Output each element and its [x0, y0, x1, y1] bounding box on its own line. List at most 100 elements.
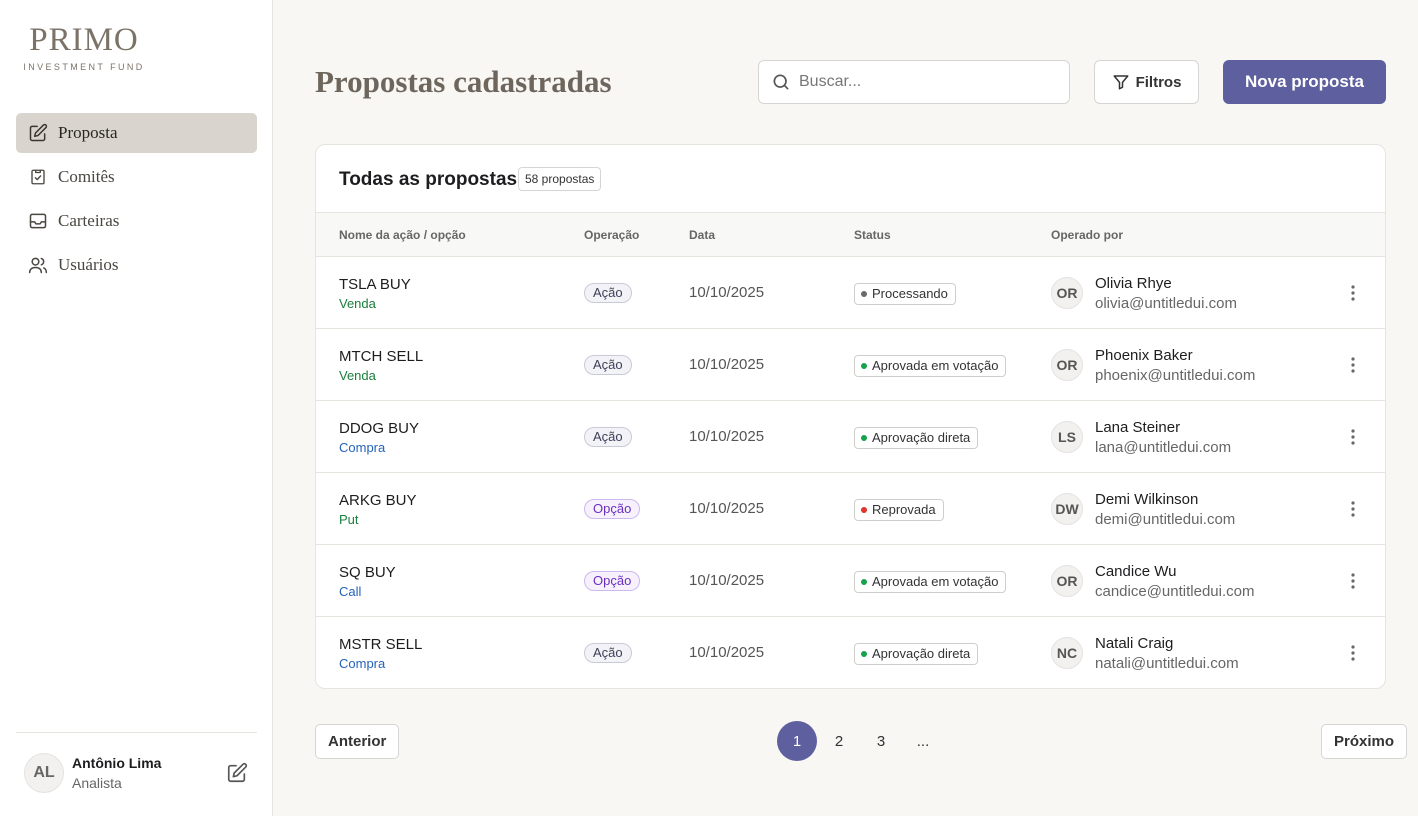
edit-profile-icon[interactable] [226, 762, 248, 784]
operator-name: Olivia Rhye [1095, 275, 1172, 292]
asset-side: Compra [339, 656, 386, 671]
asset-name: MTCH SELL [339, 348, 424, 365]
sidebar-item-proposta[interactable]: Proposta [16, 113, 257, 153]
table-row[interactable]: MTCH SELL Venda Ação 10/10/2025 Aprovada em … [316, 329, 1385, 401]
sidebar-item-comites[interactable]: Comitês [16, 157, 257, 197]
user-name: Antônio Lima [72, 755, 162, 771]
operator-email: natali@untitledui.com [1095, 655, 1239, 672]
asset-side: Venda [339, 368, 376, 383]
sidebar-item-carteiras[interactable]: Carteiras [16, 201, 257, 241]
page-number[interactable]: 1 [777, 721, 817, 761]
operator-name: Candice Wu [1095, 563, 1177, 580]
status-badge: Aprovada em votação [854, 355, 1007, 377]
table-row[interactable]: ARKG BUY Put Opção 10/10/2025 Reprovada DW Dem… [316, 473, 1385, 545]
operation-badge: Ação [584, 643, 632, 663]
table-row[interactable]: DDOG BUY Compra Ação 10/10/2025 Aprovação di… [316, 401, 1385, 473]
operator-email: candice@untitledui.com [1095, 583, 1255, 600]
filters-label: Filtros [1135, 73, 1182, 91]
avatar: OR [1051, 565, 1083, 597]
new-proposal-button[interactable]: Nova proposta [1223, 60, 1386, 104]
sidebar-nav: Proposta Comitês Carteiras Usuários [16, 113, 257, 289]
column-header-status[interactable]: Status [854, 228, 891, 242]
user-profile: AL Antônio Lima Analista [16, 732, 257, 816]
more-vertical-icon[interactable] [1345, 355, 1361, 375]
avatar: NC [1051, 637, 1083, 669]
column-header-date[interactable]: Data [689, 228, 715, 242]
sidebar-item-label: Proposta [58, 123, 118, 142]
page-number[interactable]: 3 [861, 721, 901, 761]
avatar: OR [1051, 277, 1083, 309]
search-input[interactable] [799, 73, 1059, 91]
more-vertical-icon[interactable] [1345, 499, 1361, 519]
status-dot-icon [861, 507, 867, 513]
sidebar-item-usuarios[interactable]: Usuários [16, 245, 257, 285]
status-badge: Reprovada [854, 499, 944, 521]
status-label: Aprovação direta [872, 646, 971, 661]
table-row[interactable]: TSLA BUY Venda Ação 10/10/2025 Processando OR… [316, 257, 1385, 329]
sidebar-item-label: Usuários [58, 255, 119, 274]
column-header-operator[interactable]: Operado por [1051, 228, 1123, 242]
next-page-button[interactable]: Próximo [1321, 724, 1408, 759]
date-cell: 10/10/2025 [689, 284, 765, 301]
column-header-operation[interactable]: Operação [584, 228, 639, 242]
asset-side: Compra [339, 440, 386, 455]
status-dot-icon [861, 579, 867, 585]
column-header-asset[interactable]: Nome da ação / opção [339, 228, 466, 242]
page-number[interactable]: 2 [819, 721, 859, 761]
table-row[interactable]: SQ BUY Call Opção 10/10/2025 Aprovada em vot… [316, 545, 1385, 617]
filters-button[interactable]: Filtros [1094, 60, 1199, 104]
more-vertical-icon[interactable] [1345, 571, 1361, 591]
count-badge: 58 propostas [518, 167, 602, 191]
asset-name: SQ BUY [339, 564, 396, 581]
status-label: Aprovada em votação [872, 574, 999, 589]
user-role: Analista [72, 775, 122, 791]
previous-page-button[interactable]: Anterior [315, 724, 400, 759]
more-vertical-icon[interactable] [1345, 643, 1361, 663]
operation-badge: Ação [584, 355, 632, 375]
avatar: DW [1051, 493, 1083, 525]
sidebar-item-label: Carteiras [58, 211, 120, 230]
asset-side: Put [339, 512, 359, 527]
operator-email: phoenix@untitledui.com [1095, 367, 1256, 384]
more-vertical-icon[interactable] [1345, 283, 1361, 303]
column-headers: Nome da ação / opção Operação Data Statu… [316, 213, 1385, 257]
sidebar-item-label: Comitês [58, 167, 115, 186]
clipboard-check-icon [28, 167, 48, 187]
page-title: Propostas cadastradas [315, 64, 612, 99]
date-cell: 10/10/2025 [689, 500, 765, 517]
status-badge: Aprovada em votação [854, 571, 1007, 593]
table-body: TSLA BUY Venda Ação 10/10/2025 Processando OR… [316, 257, 1385, 688]
operator-name: Demi Wilkinson [1095, 491, 1199, 508]
status-dot-icon [861, 435, 867, 441]
more-vertical-icon[interactable] [1345, 427, 1361, 447]
operation-badge: Ação [584, 283, 632, 303]
status-badge: Processando [854, 283, 956, 305]
table-row[interactable]: MSTR SELL Compra Ação 10/10/2025 Aprovação d… [316, 617, 1385, 688]
avatar[interactable]: AL [24, 753, 64, 793]
search-icon [771, 72, 791, 92]
search-box[interactable] [758, 60, 1070, 104]
brand-name: PRIMO [29, 22, 139, 58]
operator-email: olivia@untitledui.com [1095, 295, 1237, 312]
operator-email: lana@untitledui.com [1095, 439, 1232, 456]
asset-side: Call [339, 584, 362, 599]
table-title: Todas as propostas [339, 169, 518, 190]
operator-name: Natali Craig [1095, 635, 1174, 652]
users-icon [28, 255, 48, 275]
status-dot-icon [861, 363, 867, 369]
status-label: Aprovação direta [872, 430, 971, 445]
operator-email: demi@untitledui.com [1095, 511, 1236, 528]
proposals-table: Todas as propostas 58 propostas Nome da … [315, 144, 1386, 689]
operator-name: Phoenix Baker [1095, 347, 1193, 364]
status-dot-icon [861, 291, 867, 297]
status-label: Processando [872, 286, 948, 301]
date-cell: 10/10/2025 [689, 572, 765, 589]
avatar: OR [1051, 349, 1083, 381]
avatar: LS [1051, 421, 1083, 453]
date-cell: 10/10/2025 [689, 428, 765, 445]
status-badge: Aprovação direta [854, 643, 979, 665]
brand-logo[interactable]: PRIMO INVESTMENT FUND [20, 22, 150, 72]
status-label: Aprovada em votação [872, 358, 999, 373]
asset-name: TSLA BUY [339, 276, 411, 293]
date-cell: 10/10/2025 [689, 644, 765, 661]
